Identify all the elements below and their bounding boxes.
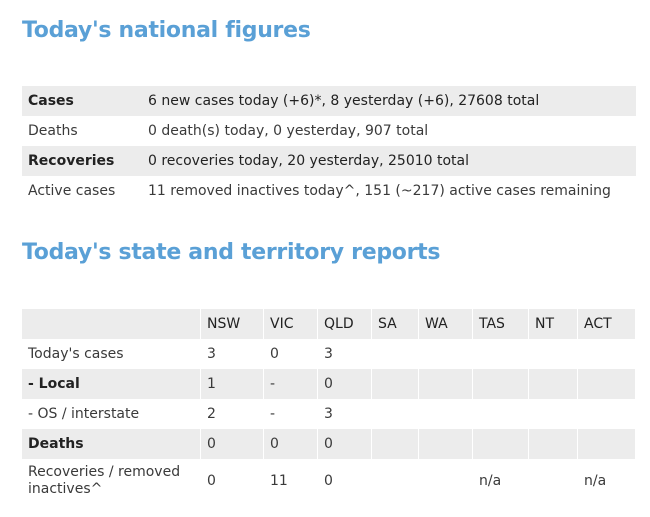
column-header-nsw: NSW bbox=[200, 309, 264, 339]
column-header-act: ACT bbox=[577, 309, 636, 339]
cell-tas bbox=[472, 369, 529, 399]
cell-nsw: 1 bbox=[200, 369, 264, 399]
table-row-recoveries: Recoveries / removed inactives^ 0 11 0 n… bbox=[22, 459, 636, 503]
cell-tas bbox=[472, 399, 529, 429]
cell-wa bbox=[418, 339, 473, 369]
cell-act bbox=[577, 339, 636, 369]
cell-sa bbox=[371, 399, 419, 429]
cell-wa bbox=[418, 459, 473, 503]
column-header-qld: QLD bbox=[317, 309, 372, 339]
cell-qld: 3 bbox=[317, 339, 372, 369]
row-label: - OS / interstate bbox=[22, 399, 201, 429]
column-header-tas: TAS bbox=[472, 309, 529, 339]
cell-qld: 0 bbox=[317, 459, 372, 503]
row-label: Recoveries / removed inactives^ bbox=[22, 459, 201, 503]
row-label: Today's cases bbox=[22, 339, 201, 369]
row-value-cases: 6 new cases today (+6)*, 8 yesterday (+6… bbox=[142, 86, 636, 116]
cell-nsw: 0 bbox=[200, 429, 264, 459]
cell-act: n/a bbox=[577, 459, 636, 503]
table-row-deaths: Deaths 0 death(s) today, 0 yesterday, 90… bbox=[22, 116, 636, 146]
cell-wa bbox=[418, 399, 473, 429]
row-label-recoveries: Recoveries bbox=[22, 146, 142, 176]
row-value-deaths: 0 death(s) today, 0 yesterday, 907 total bbox=[148, 123, 429, 139]
cell-qld: 3 bbox=[317, 399, 372, 429]
cell-qld: 0 bbox=[317, 429, 372, 459]
cell-nt bbox=[528, 459, 578, 503]
table-row-todays-cases: Today's cases 3 0 3 bbox=[22, 339, 636, 369]
table-row-active-cases: Active cases 11 removed inactives today^… bbox=[22, 176, 636, 206]
cell-tas: n/a bbox=[472, 459, 529, 503]
cell-nsw: 3 bbox=[200, 339, 264, 369]
table-row-cases: Cases 6 new cases today (+6)*, 8 yesterd… bbox=[22, 86, 636, 116]
table-row-local: - Local 1 - 0 bbox=[22, 369, 636, 399]
row-label-cases: Cases bbox=[22, 86, 142, 116]
cell-nsw: 2 bbox=[200, 399, 264, 429]
cell-vic: - bbox=[263, 399, 318, 429]
national-figures-table: Cases 6 new cases today (+6)*, 8 yesterd… bbox=[22, 86, 636, 206]
cell-vic: - bbox=[263, 369, 318, 399]
cell-act bbox=[577, 429, 636, 459]
cell-nt bbox=[528, 339, 578, 369]
column-header-wa: WA bbox=[418, 309, 473, 339]
table-row-os-interstate: - OS / interstate 2 - 3 bbox=[22, 399, 636, 429]
cell-vic: 0 bbox=[263, 429, 318, 459]
cell-sa bbox=[371, 339, 419, 369]
cell-sa bbox=[371, 429, 419, 459]
header-blank-cell bbox=[22, 309, 201, 339]
state-reports-heading: Today's state and territory reports bbox=[22, 240, 441, 265]
cell-nsw: 0 bbox=[200, 459, 264, 503]
row-label: - Local bbox=[22, 369, 201, 399]
row-label-active-cases: Active cases bbox=[28, 183, 116, 199]
cell-wa bbox=[418, 429, 473, 459]
row-value-active-cases: 11 removed inactives today^, 151 (~217) … bbox=[148, 183, 611, 199]
national-figures-heading: Today's national figures bbox=[22, 18, 311, 43]
table-row-recoveries: Recoveries 0 recoveries today, 20 yester… bbox=[22, 146, 636, 176]
cell-tas bbox=[472, 429, 529, 459]
cell-qld: 0 bbox=[317, 369, 372, 399]
table-header-row: NSW VIC QLD SA WA TAS NT ACT bbox=[22, 309, 636, 339]
column-header-vic: VIC bbox=[263, 309, 318, 339]
cell-wa bbox=[418, 369, 473, 399]
cell-act bbox=[577, 399, 636, 429]
row-label: Deaths bbox=[22, 429, 201, 459]
row-label-deaths: Deaths bbox=[28, 123, 78, 139]
cell-vic: 0 bbox=[263, 339, 318, 369]
cell-vic: 11 bbox=[263, 459, 318, 503]
cell-sa bbox=[371, 459, 419, 503]
state-reports-table: NSW VIC QLD SA WA TAS NT ACT Today's cas… bbox=[22, 309, 636, 503]
cell-sa bbox=[371, 369, 419, 399]
row-value-recoveries: 0 recoveries today, 20 yesterday, 25010 … bbox=[142, 146, 636, 176]
table-row-deaths: Deaths 0 0 0 bbox=[22, 429, 636, 459]
cell-act bbox=[577, 369, 636, 399]
column-header-nt: NT bbox=[528, 309, 578, 339]
cell-nt bbox=[528, 399, 578, 429]
cell-nt bbox=[528, 369, 578, 399]
cell-nt bbox=[528, 429, 578, 459]
cell-tas bbox=[472, 339, 529, 369]
column-header-sa: SA bbox=[371, 309, 419, 339]
